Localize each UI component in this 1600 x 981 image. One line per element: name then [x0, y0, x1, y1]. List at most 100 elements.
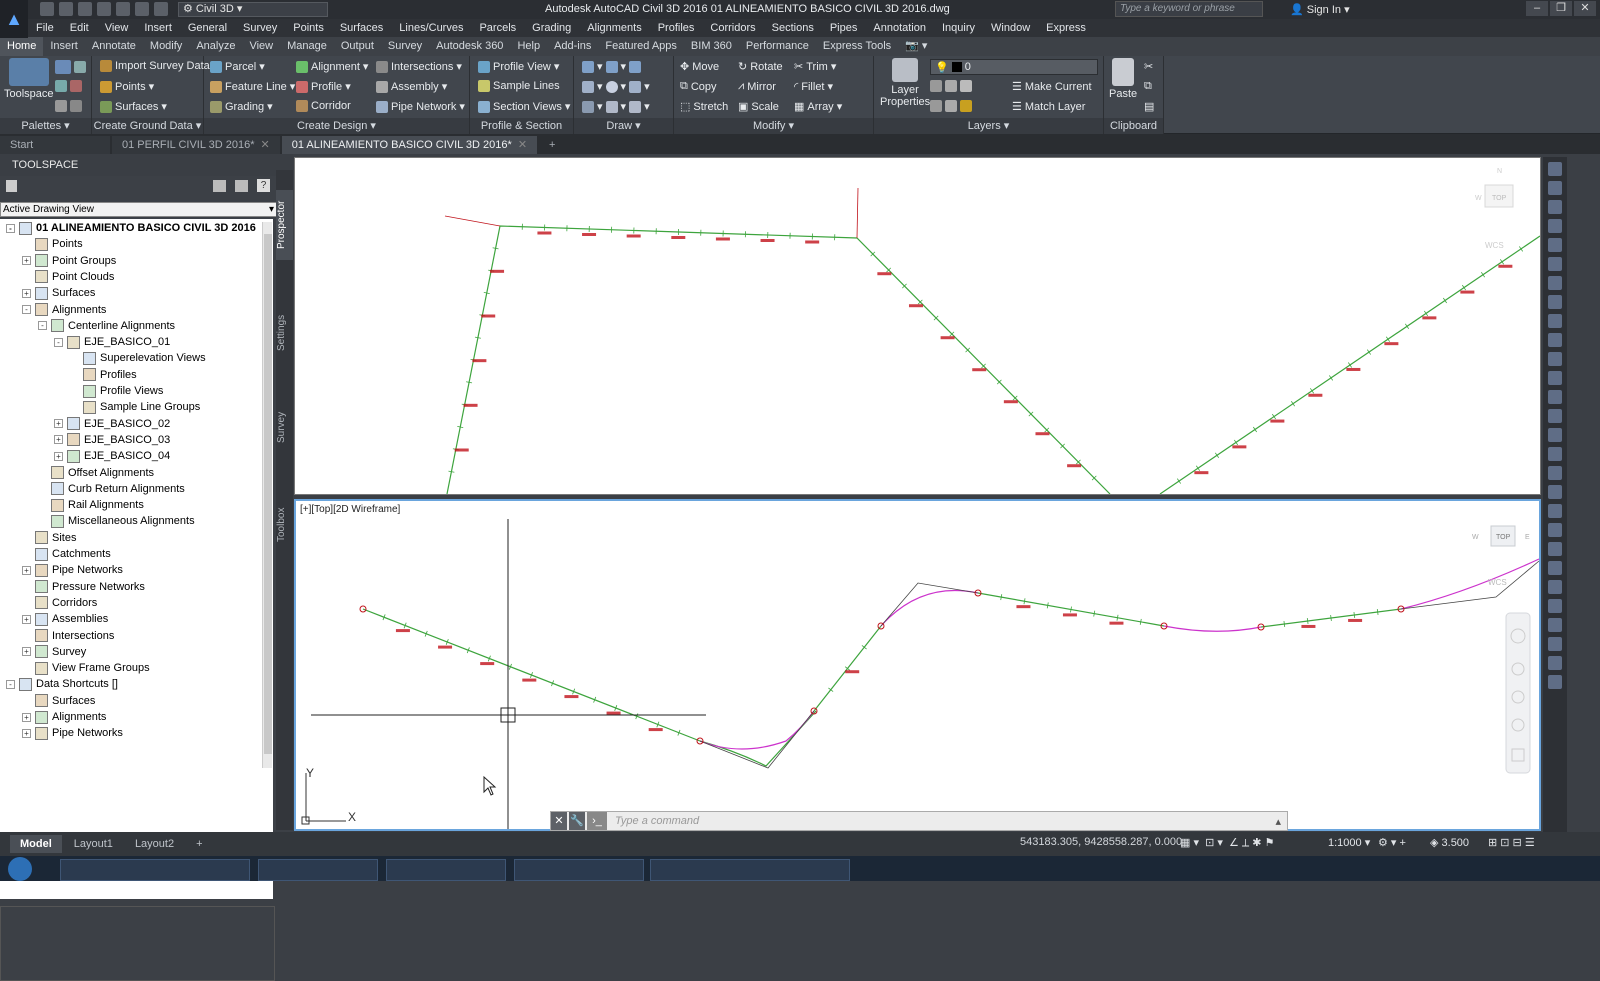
- alignment-curve[interactable]: [1164, 626, 1261, 631]
- palette-tool-icon[interactable]: [1548, 162, 1562, 176]
- alignment-curve[interactable]: [1401, 559, 1539, 609]
- save-as-icon[interactable]: [97, 2, 111, 16]
- sample-lines-button[interactable]: Sample Lines: [478, 80, 560, 92]
- palette-tool-icon[interactable]: [1548, 219, 1562, 233]
- taskbar-item[interactable]: [514, 859, 644, 881]
- viewcube-bottom[interactable]: TOP W E WCS: [1472, 526, 1530, 587]
- tab-featured-apps[interactable]: Featured Apps: [598, 37, 684, 56]
- wrench-icon[interactable]: 🔧: [569, 812, 585, 830]
- menu-item-view[interactable]: View: [97, 22, 137, 34]
- tree-item[interactable]: Surfaces: [22, 693, 95, 709]
- menu-item-points[interactable]: Points: [285, 22, 332, 34]
- new-icon[interactable]: [40, 2, 54, 16]
- palette-tool-icon[interactable]: [1548, 542, 1562, 556]
- fillet-button[interactable]: ◜Fillet ▾: [794, 80, 833, 93]
- trim-button[interactable]: ✂Trim ▾: [794, 60, 836, 73]
- menu-item-corridors[interactable]: Corridors: [702, 22, 763, 34]
- copy-button[interactable]: ⧉Copy: [680, 80, 717, 93]
- panel-title-section[interactable]: Profile & Section Views: [470, 118, 573, 134]
- palette-tool-icon[interactable]: [1548, 276, 1562, 290]
- tree-item[interactable]: Superelevation Views: [70, 350, 206, 366]
- lineweight-readout[interactable]: ◈ 3.500: [1430, 836, 1469, 849]
- expand-icon[interactable]: +: [22, 615, 31, 624]
- tree-item[interactable]: -Centerline Alignments: [38, 318, 175, 334]
- layout-tab-layout1[interactable]: Layout1: [64, 835, 123, 853]
- collapse-icon[interactable]: -: [22, 305, 31, 314]
- tree-item[interactable]: Catchments: [22, 546, 111, 562]
- tree-item[interactable]: Points: [22, 236, 83, 252]
- menu-item-edit[interactable]: Edit: [62, 22, 97, 34]
- command-input[interactable]: Type a command: [615, 815, 699, 827]
- rotate-button[interactable]: ↻Rotate: [738, 60, 783, 73]
- doc-tab-alineamiento[interactable]: 01 ALINEAMIENTO BASICO CIVIL 3D 2016*✕: [282, 136, 537, 154]
- tab-bim-360[interactable]: BIM 360: [684, 37, 739, 56]
- parcel-button[interactable]: Parcel ▾: [210, 60, 265, 73]
- collapse-icon[interactable]: -: [6, 680, 15, 689]
- viewport-top[interactable]: TOP W N WCS: [294, 157, 1541, 495]
- tree-item[interactable]: +Pipe Networks: [22, 725, 123, 741]
- palette-tool-icon[interactable]: [1548, 675, 1562, 689]
- close-icon[interactable]: ✕: [518, 136, 527, 154]
- tree-item[interactable]: +Pipe Networks: [22, 562, 123, 578]
- draw-circle-icon[interactable]: ▾ ▾ ▾: [582, 80, 650, 93]
- coordinates-readout[interactable]: 543183.305, 9428558.287, 0.000: [1020, 836, 1182, 848]
- draw-hatch-icon[interactable]: ▾ ▾ ▾: [582, 100, 650, 113]
- print-icon[interactable]: [116, 2, 130, 16]
- taskbar-item[interactable]: [650, 859, 850, 881]
- match-layer-button[interactable]: ☰Match Layer: [1012, 100, 1085, 113]
- tree-item[interactable]: Point Clouds: [22, 269, 114, 285]
- palette-tool-icon[interactable]: [1548, 371, 1562, 385]
- panel-title-design[interactable]: Create Design ▾: [204, 118, 469, 134]
- command-line[interactable]: ✕ 🔧 ›_ Type a command ▴: [550, 811, 1288, 831]
- expand-icon[interactable]: +: [22, 256, 31, 265]
- palette-tool-icon[interactable]: [1548, 352, 1562, 366]
- annotation-scale[interactable]: 1:1000 ▾: [1328, 836, 1370, 849]
- doc-tab-start[interactable]: Start: [0, 136, 110, 154]
- palette-tool-icon[interactable]: [1548, 447, 1562, 461]
- pipe-network-button[interactable]: Pipe Network ▾: [376, 100, 465, 113]
- alignment-start-tick[interactable]: [445, 216, 500, 226]
- palette-tool-icon[interactable]: [1548, 561, 1562, 575]
- add-layout-button[interactable]: +: [186, 835, 212, 853]
- menu-item-profiles[interactable]: Profiles: [650, 22, 703, 34]
- menu-item-inquiry[interactable]: Inquiry: [934, 22, 983, 34]
- status-icons[interactable]: ▦ ▾ ⊡ ▾ ∠ ⟂ ✱ ⚑: [1180, 836, 1274, 850]
- drawing-canvas-top[interactable]: TOP W N WCS: [295, 158, 1540, 494]
- profile-button[interactable]: Profile ▾: [296, 80, 351, 93]
- layer-tools-row-1[interactable]: [930, 80, 972, 92]
- tree-item[interactable]: Profile Views: [70, 383, 163, 399]
- alignment-line[interactable]: [700, 711, 816, 766]
- stretch-button[interactable]: ⬚Stretch: [680, 100, 728, 113]
- panel-title-ground[interactable]: Create Ground Data ▾: [92, 118, 203, 134]
- command-prompt-icon[interactable]: ›_: [587, 812, 607, 830]
- tree-item[interactable]: -Alignments: [22, 302, 106, 318]
- alignment-curve[interactable]: [881, 590, 978, 626]
- tangent-polyline[interactable]: [700, 711, 814, 768]
- chevron-up-icon[interactable]: ▴: [1275, 815, 1281, 828]
- menu-item-survey[interactable]: Survey: [235, 22, 285, 34]
- toolspace-doc-icon[interactable]: [6, 180, 17, 192]
- pi-marker[interactable]: [857, 188, 858, 238]
- palette-tool-icon[interactable]: [1548, 523, 1562, 537]
- menu-item-general[interactable]: General: [180, 22, 235, 34]
- toolspace-button[interactable]: Toolspace: [4, 58, 54, 100]
- surfaces-button[interactable]: Surfaces ▾: [100, 100, 167, 113]
- close-icon[interactable]: ✕: [260, 136, 269, 154]
- mirror-button[interactable]: ⩘Mirror: [738, 80, 776, 93]
- assembly-button[interactable]: Assembly ▾: [376, 80, 447, 93]
- palette-tool-icon[interactable]: [1548, 314, 1562, 328]
- tab-help[interactable]: Help: [510, 37, 547, 56]
- palette-tool-icon[interactable]: [1548, 295, 1562, 309]
- tree-item[interactable]: Rail Alignments: [38, 497, 144, 513]
- alignment-button[interactable]: Alignment ▾: [296, 60, 368, 73]
- tree-item[interactable]: Corridors: [22, 595, 97, 611]
- tree-item[interactable]: Sites: [22, 530, 76, 546]
- panel-title-draw[interactable]: Draw ▾: [574, 118, 673, 134]
- help-icon[interactable]: ?: [257, 179, 270, 192]
- menu-item-insert[interactable]: Insert: [136, 22, 180, 34]
- menu-item-file[interactable]: File: [28, 22, 62, 34]
- array-button[interactable]: ▦Array ▾: [794, 100, 842, 113]
- navigation-bar[interactable]: [1506, 613, 1530, 773]
- ribbon-options-icon[interactable]: 📷 ▾: [898, 37, 934, 56]
- palette-tool-icon[interactable]: [1548, 390, 1562, 404]
